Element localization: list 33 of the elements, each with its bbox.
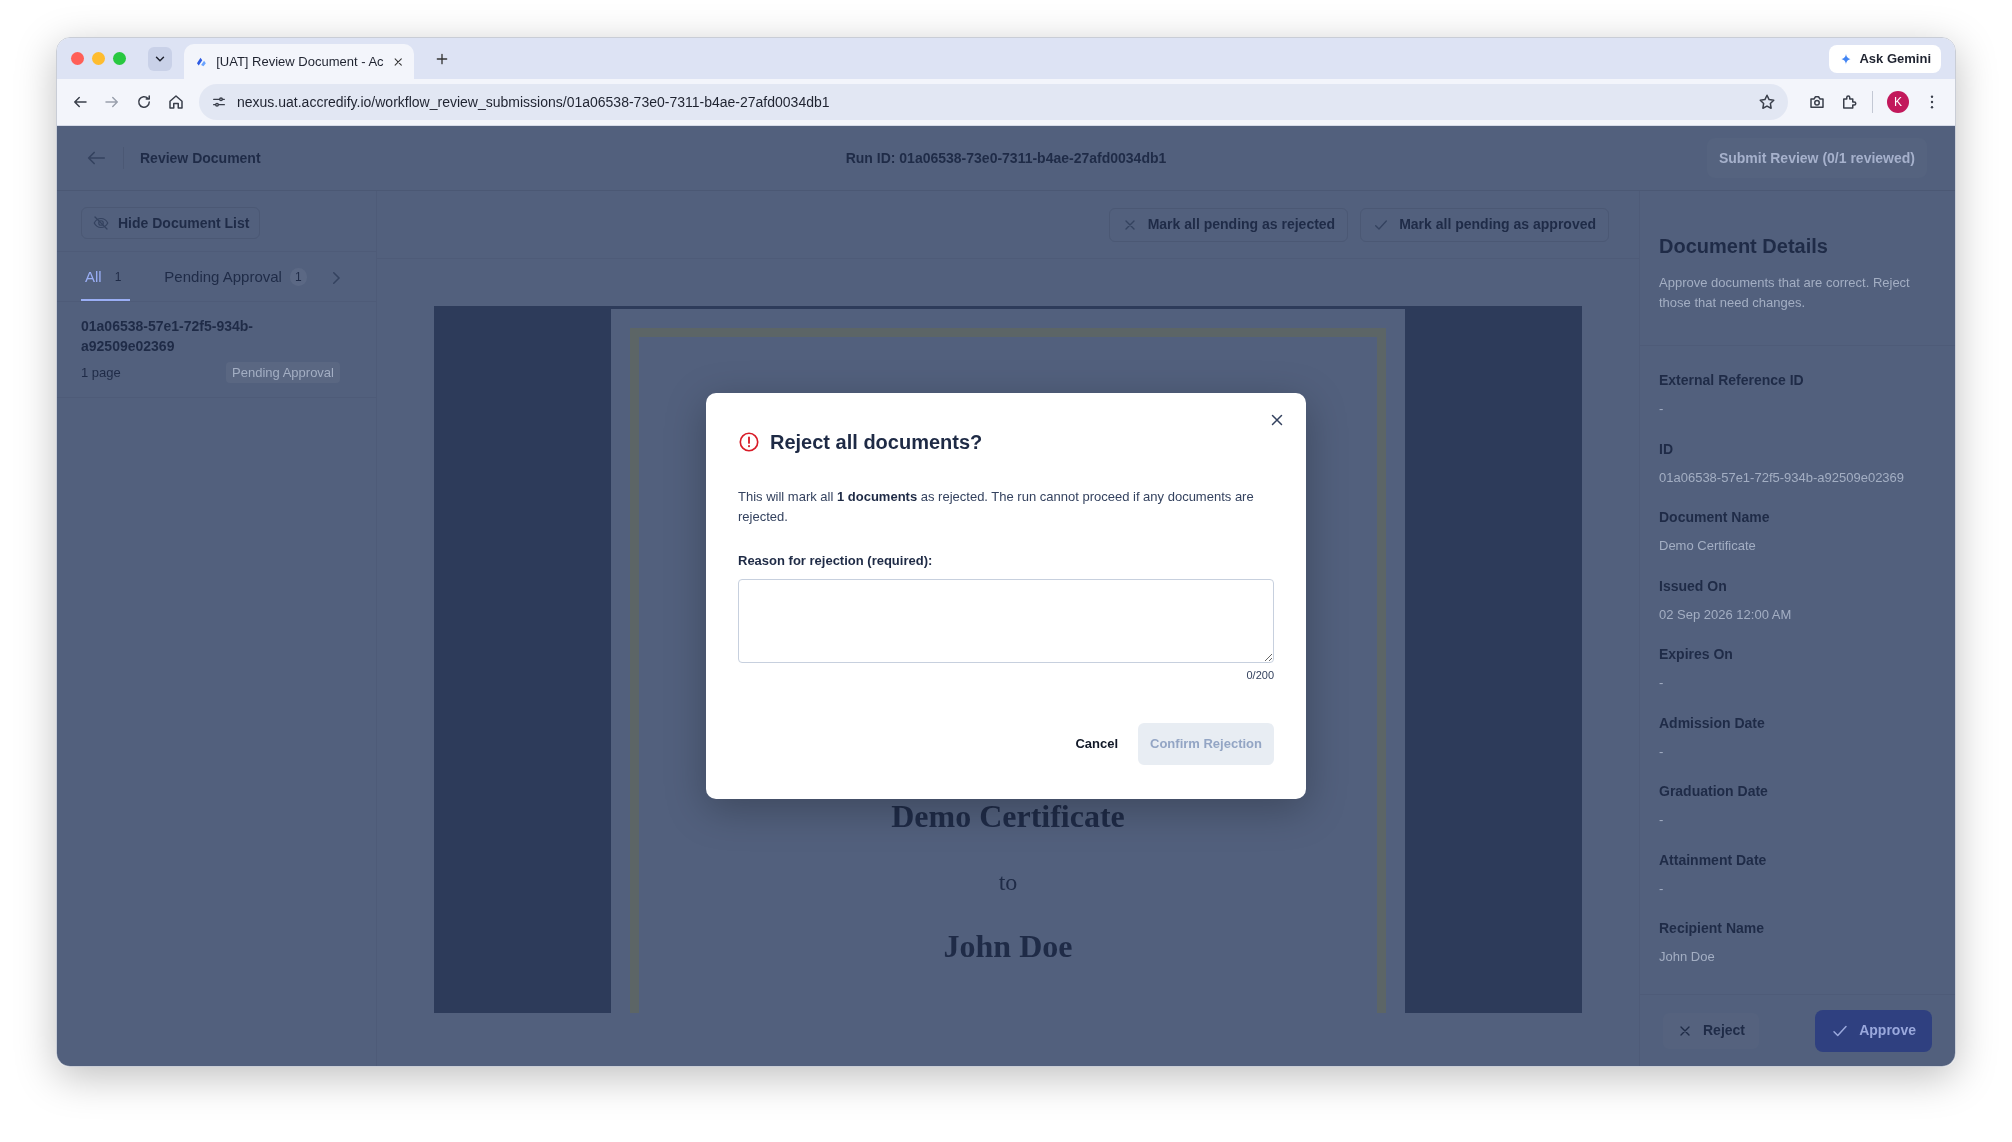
assistant-button[interactable]: Ask Gemini <box>1829 44 1941 73</box>
field-value: John Doe <box>1659 948 1716 966</box>
url-text: nexus.uat.accredify.io/workflow_review_submissions/01a06538-73e0-7311-b4ae-27afd0034db1 <box>237 92 831 112</box>
puzzle-icon[interactable] <box>1840 93 1858 111</box>
field-label: Reason for rejection (required): <box>738 552 934 570</box>
dialog-message: This will mark all 1 documents as rejected. The run cannot proceed if any documents are rejected. <box>738 488 1255 526</box>
character-counter: 0/200 <box>1246 667 1274 683</box>
approve-button[interactable]: Approve <box>1815 1009 1932 1052</box>
status-badge: Pending Approval <box>226 361 340 383</box>
panel-description: Approve documents that are correct. Reject those that need changes. <box>1640 273 1955 346</box>
field-value: - <box>1659 879 1665 898</box>
field-value: - <box>1659 400 1665 418</box>
camera-icon[interactable] <box>1808 93 1826 111</box>
field-value: - <box>1659 674 1665 692</box>
field-value: Demo Certificate <box>1659 537 1757 555</box>
field-value: - <box>1659 811 1665 829</box>
profile-avatar[interactable]: K <box>1887 91 1909 113</box>
field-value: 02 Sep 2026 12:00 AM <box>1659 605 1793 624</box>
address-bar[interactable]: nexus.uat.accredify.io/workflow_review_submissions/01a06538-73e0-7311-b4ae-27afd0034db1 <box>199 84 1788 120</box>
home-icon[interactable] <box>167 93 185 111</box>
tab-title: [UAT] Review Document - Ac <box>216 52 384 71</box>
eye-off-icon <box>92 214 110 232</box>
field-value: 01a06538-57e1-72f5-934b-a92509e02369 <box>1659 468 1906 487</box>
dialog-title: Reject all documents? <box>770 430 983 455</box>
browser-tab[interactable]: [UAT] Review Document - Ac <box>184 44 414 79</box>
alert-icon <box>738 431 760 453</box>
reload-icon[interactable] <box>135 93 153 111</box>
tab-list-button[interactable] <box>148 46 172 71</box>
count-label: 1 <box>289 268 307 287</box>
star-icon[interactable] <box>1758 93 1776 111</box>
reason-input[interactable] <box>738 578 1274 663</box>
field-value: - <box>1659 742 1665 761</box>
cancel-button[interactable]: Cancel <box>1075 734 1119 754</box>
